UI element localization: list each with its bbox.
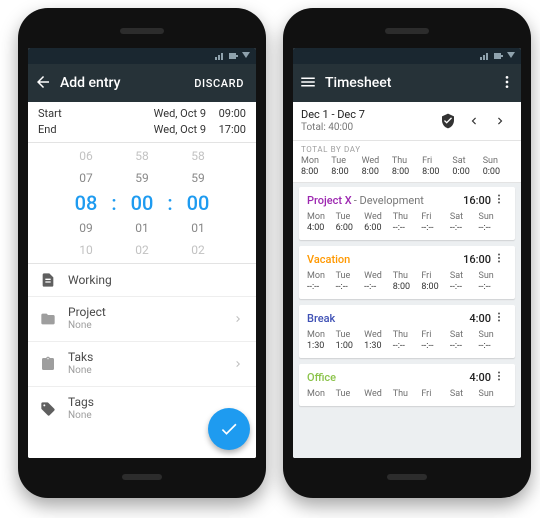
- day-total: 8:00: [301, 167, 331, 178]
- day-label: Tue: [331, 156, 361, 167]
- card-more-button[interactable]: [491, 193, 507, 208]
- day-total: 0:00: [483, 167, 513, 178]
- toolbar: Add entry DISCARD: [28, 64, 256, 102]
- project-name: Vacation: [307, 253, 350, 266]
- day-total: 0:00: [452, 167, 482, 178]
- dropdown-icon: [242, 52, 250, 60]
- project-total: 16:00: [463, 253, 491, 266]
- working-label: Working: [68, 273, 244, 287]
- project-card[interactable]: Office4:00MonTueWedThuFriSatSun: [299, 364, 515, 406]
- phone-speaker: [120, 28, 164, 34]
- date-range: Dec 1 - Dec 7: [301, 108, 435, 121]
- clipboard-icon: [40, 356, 56, 372]
- day-label: Fri: [422, 156, 452, 167]
- day-label: Wed: [362, 156, 392, 167]
- start-label: Start: [38, 106, 134, 122]
- project-name: Break: [307, 312, 335, 325]
- menu-button[interactable]: [299, 73, 317, 94]
- day-label: Sat: [452, 156, 482, 167]
- phone-speaker: [385, 28, 429, 34]
- card-more-button[interactable]: [491, 252, 507, 267]
- total-by-day: TOTAL BY DAY Mon8:00Tue8:00Wed8:00Thu8:0…: [293, 141, 521, 183]
- time-picker[interactable]: 065858 075959 08:00:00 090101 100202: [28, 143, 256, 264]
- toolbar: Timesheet: [293, 64, 521, 102]
- signal-icon: [215, 52, 225, 60]
- confirm-fab[interactable]: [208, 408, 250, 450]
- dropdown-icon: [507, 52, 515, 60]
- toolbar-title: Timesheet: [325, 75, 491, 91]
- day-label: Sun: [483, 156, 513, 167]
- status-bar: [293, 48, 521, 64]
- end-date: Wed, Oct 9: [134, 122, 206, 138]
- project-total: 16:00: [463, 194, 491, 207]
- project-card[interactable]: Vacation16:00Mon--:--Tue--:--Wed--:--Thu…: [299, 246, 515, 299]
- check-icon: [219, 419, 239, 439]
- project-card[interactable]: Break4:00Mon1:30Tue1:00Wed1:30Thu--:--Fr…: [299, 305, 515, 358]
- day-label: Mon: [301, 156, 331, 167]
- project-row[interactable]: ProjectNone: [28, 297, 256, 342]
- phone-timesheet: Timesheet Dec 1 - Dec 7 Total: 40:00 TOT…: [283, 8, 531, 498]
- back-button[interactable]: [34, 73, 52, 94]
- toolbar-title: Add entry: [60, 75, 180, 91]
- tag-icon: [40, 401, 56, 417]
- chevron-right-icon: [232, 313, 244, 325]
- project-name: Project X: [307, 194, 352, 207]
- folder-icon: [40, 311, 56, 327]
- prev-week-button[interactable]: [461, 114, 487, 128]
- day-total: 8:00: [362, 167, 392, 178]
- start-end-block[interactable]: Start Wed, Oct 9 09:00 End Wed, Oct 9 17…: [28, 102, 256, 143]
- note-icon: [40, 272, 56, 288]
- start-time: 09:00: [206, 106, 246, 122]
- chevron-right-icon: [232, 358, 244, 370]
- project-total: 4:00: [469, 312, 491, 325]
- phone-chin: [387, 474, 427, 480]
- phone-chin: [122, 474, 162, 480]
- project-name: Office: [307, 371, 336, 384]
- working-row[interactable]: Working: [28, 264, 256, 297]
- card-more-button[interactable]: [491, 370, 507, 385]
- card-more-button[interactable]: [491, 311, 507, 326]
- day-total: 8:00: [422, 167, 452, 178]
- verified-icon[interactable]: [435, 113, 461, 129]
- discard-button[interactable]: DISCARD: [188, 71, 250, 96]
- week-total: Total: 40:00: [301, 121, 435, 134]
- status-bar: [28, 48, 256, 64]
- summary-bar: Dec 1 - Dec 7 Total: 40:00: [293, 102, 521, 141]
- overflow-button[interactable]: [499, 74, 515, 93]
- project-cards: Project X - Development16:00Mon4:00Tue6:…: [293, 183, 521, 458]
- phone-add-entry: Add entry DISCARD Start Wed, Oct 9 09:00…: [18, 8, 266, 498]
- project-card[interactable]: Project X - Development16:00Mon4:00Tue6:…: [299, 187, 515, 240]
- end-label: End: [38, 122, 134, 138]
- day-total: 8:00: [392, 167, 422, 178]
- screen-add-entry: Add entry DISCARD Start Wed, Oct 9 09:00…: [28, 48, 256, 458]
- battery-icon: [494, 52, 503, 60]
- start-date: Wed, Oct 9: [134, 106, 206, 122]
- signal-icon: [480, 52, 490, 60]
- day-total: 8:00: [331, 167, 361, 178]
- end-time: 17:00: [206, 122, 246, 138]
- project-suffix: - Development: [354, 194, 424, 207]
- screen-timesheet: Timesheet Dec 1 - Dec 7 Total: 40:00 TOT…: [293, 48, 521, 458]
- task-row[interactable]: TaksNone: [28, 342, 256, 387]
- next-week-button[interactable]: [487, 114, 513, 128]
- project-total: 4:00: [469, 371, 491, 384]
- day-label: Thu: [392, 156, 422, 167]
- battery-icon: [229, 52, 238, 60]
